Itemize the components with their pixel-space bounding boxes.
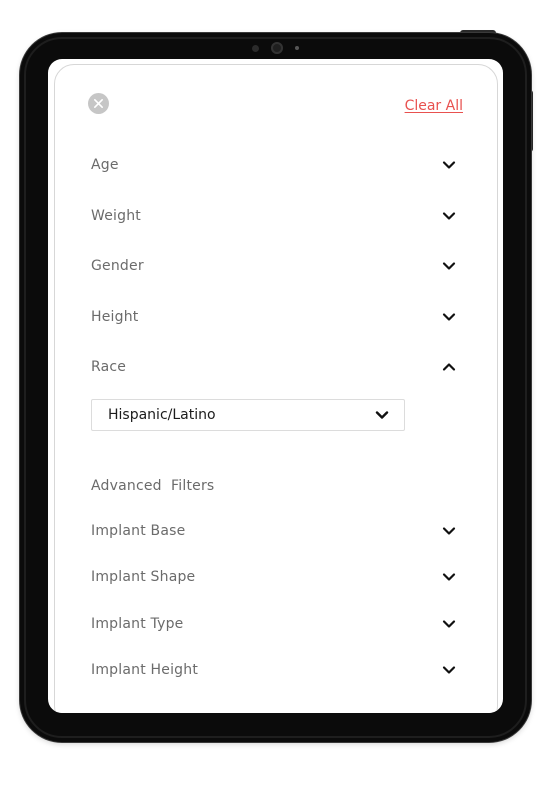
filter-implant-base[interactable]: Implant Base bbox=[91, 519, 457, 543]
clear-all-link[interactable]: Clear All bbox=[405, 98, 463, 114]
chevron-down-icon bbox=[374, 407, 390, 423]
chevron-down-icon bbox=[441, 258, 457, 274]
filter-implant-height[interactable]: Implant Height bbox=[91, 658, 457, 682]
filter-implant-shape-label: Implant Shape bbox=[91, 569, 196, 585]
camera-icon bbox=[271, 42, 283, 54]
tablet-frame: Clear All Age Weight Gender Height Race … bbox=[20, 33, 531, 742]
filter-implant-type[interactable]: Implant Type bbox=[91, 612, 457, 636]
light-sensor-dot bbox=[295, 46, 299, 50]
chevron-down-icon bbox=[441, 616, 457, 632]
close-icon bbox=[94, 99, 103, 108]
chevron-down-icon bbox=[441, 569, 457, 585]
chevron-down-icon bbox=[441, 309, 457, 325]
stage: Clear All Age Weight Gender Height Race … bbox=[0, 0, 552, 785]
filter-weight-label: Weight bbox=[91, 208, 141, 224]
filter-implant-base-label: Implant Base bbox=[91, 523, 186, 539]
filter-race[interactable]: Race bbox=[91, 355, 457, 379]
race-select-value: Hispanic/Latino bbox=[108, 407, 216, 423]
filter-height-label: Height bbox=[91, 309, 139, 325]
filter-gender[interactable]: Gender bbox=[91, 254, 457, 278]
filter-implant-height-label: Implant Height bbox=[91, 662, 199, 678]
chevron-down-icon bbox=[441, 523, 457, 539]
filter-implant-shape[interactable]: Implant Shape bbox=[91, 565, 457, 589]
camera-array bbox=[20, 42, 531, 54]
filter-age-label: Age bbox=[91, 157, 119, 173]
close-button[interactable] bbox=[88, 93, 109, 114]
chevron-up-icon bbox=[441, 359, 457, 375]
filter-race-label: Race bbox=[91, 359, 127, 375]
advanced-filters-title: Advanced Filters bbox=[91, 478, 215, 494]
sensor-dot bbox=[252, 44, 259, 52]
filter-implant-type-label: Implant Type bbox=[91, 616, 184, 632]
chevron-down-icon bbox=[441, 662, 457, 678]
chevron-down-icon bbox=[441, 208, 457, 224]
filter-age[interactable]: Age bbox=[91, 153, 457, 177]
race-select[interactable]: Hispanic/Latino bbox=[91, 399, 405, 431]
chevron-down-icon bbox=[441, 157, 457, 173]
filter-weight[interactable]: Weight bbox=[91, 204, 457, 228]
filter-gender-label: Gender bbox=[91, 258, 144, 274]
screen: Clear All Age Weight Gender Height Race … bbox=[48, 59, 503, 713]
filter-panel: Clear All Age Weight Gender Height Race … bbox=[54, 64, 498, 713]
filter-height[interactable]: Height bbox=[91, 305, 457, 329]
